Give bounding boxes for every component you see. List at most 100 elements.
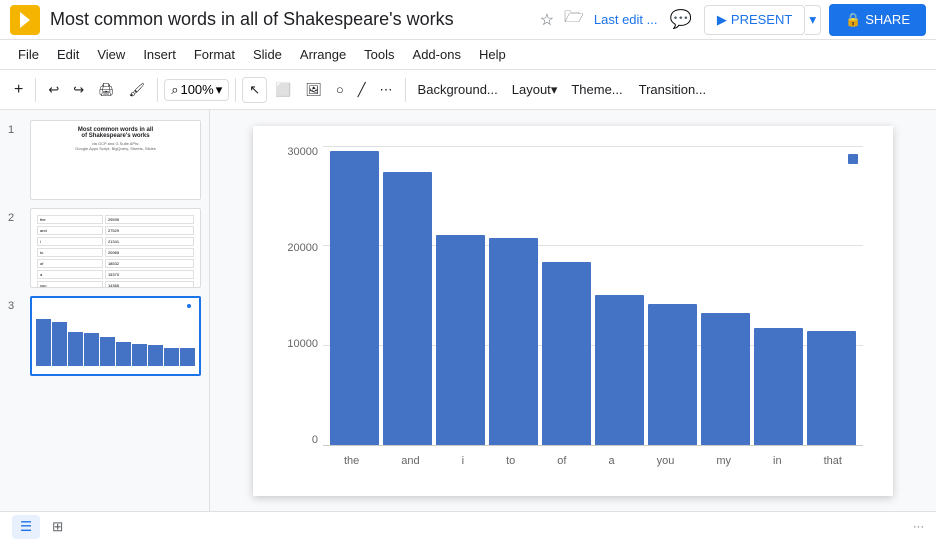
menu-help[interactable]: Help xyxy=(471,43,514,66)
plus-icon: + xyxy=(14,81,23,99)
image-tool-button[interactable]: 🖼 xyxy=(299,78,328,102)
x-label-a: a xyxy=(608,455,614,467)
present-dropdown-button[interactable]: ▾ xyxy=(805,5,821,35)
grid-view-button[interactable]: ⊞ xyxy=(44,515,71,539)
chart-container: 30000 20000 10000 0 xyxy=(273,146,873,476)
folder-icon[interactable]: 🗁 xyxy=(564,6,584,33)
slide1-subtitle: via GCP and G Suite APIs:Google Apps Scr… xyxy=(37,141,194,151)
line-icon: ╱ xyxy=(358,82,366,98)
menu-tools[interactable]: Tools xyxy=(356,43,402,66)
slide-thumb-3[interactable]: 3 xyxy=(8,296,201,376)
shape-icon: ○ xyxy=(336,82,344,97)
background-label: Background... xyxy=(418,82,498,97)
list-view-button[interactable]: ☰ xyxy=(12,515,40,539)
slide-preview-3[interactable] xyxy=(30,296,201,376)
toolbar-separator-4 xyxy=(405,78,406,102)
editor-area: 30000 20000 10000 0 xyxy=(210,110,936,511)
background-button[interactable]: Background... xyxy=(412,78,504,101)
bar-you xyxy=(648,304,697,445)
mini-bar-6 xyxy=(116,342,131,366)
menu-insert[interactable]: Insert xyxy=(135,43,184,66)
slide-number-1: 1 xyxy=(8,120,22,136)
mini-bar-3 xyxy=(68,332,83,366)
layout-dropdown-icon: ▾ xyxy=(551,82,558,98)
document-title: Most common words in all of Shakespeare'… xyxy=(50,9,530,30)
bar-in xyxy=(754,328,803,445)
layout-label: Layout xyxy=(512,82,551,97)
chart-x-axis: the and i to of a you my in that xyxy=(323,446,863,476)
mini-chart xyxy=(36,316,195,366)
x-label-to: to xyxy=(506,455,515,467)
textbox-icon: ⬜ xyxy=(275,82,291,98)
bar-the xyxy=(330,151,379,444)
slide-thumb-2[interactable]: 2 the29595 and27529 i21341 to20965 of185… xyxy=(8,208,201,288)
toolbar: + ↩ ↪ 🖨 🖌 ⌕ 100% ▾ ↖ ⬜ 🖼 ○ ╱ ⋯ Backgroun… xyxy=(0,70,936,110)
bar-and xyxy=(383,172,432,444)
menu-arrange[interactable]: Arrange xyxy=(292,43,354,66)
menu-file[interactable]: File xyxy=(10,43,47,66)
slide-thumb-1[interactable]: 1 Most common words in allof Shakespeare… xyxy=(8,120,201,200)
y-label-0: 0 xyxy=(312,434,318,446)
y-label-10000: 10000 xyxy=(287,338,318,350)
menu-slide[interactable]: Slide xyxy=(245,43,290,66)
shape-tool-button[interactable]: ○ xyxy=(330,78,350,101)
x-label-i: i xyxy=(462,455,464,467)
print-button[interactable]: 🖨 xyxy=(92,78,121,102)
mini-bar-1 xyxy=(36,319,51,367)
comment-button[interactable]: 💬 xyxy=(665,5,695,34)
slide-preview-2[interactable]: the29595 and27529 i21341 to20965 of18532… xyxy=(30,208,201,288)
slide2-table: the29595 and27529 i21341 to20965 of18532… xyxy=(31,209,200,288)
mini-chart-dot xyxy=(187,304,191,308)
cursor-tool-button[interactable]: ↖ xyxy=(242,77,267,103)
more-tools-button[interactable]: ⋯ xyxy=(374,78,399,102)
transition-button[interactable]: Transition... xyxy=(631,78,714,101)
menu-edit[interactable]: Edit xyxy=(49,43,87,66)
paint-icon: 🖌 xyxy=(129,82,146,98)
textbox-tool-button[interactable]: ⬜ xyxy=(269,78,297,102)
slide1-title: Most common words in allof Shakespeare's… xyxy=(37,127,194,139)
present-button[interactable]: ▶ PRESENT xyxy=(704,5,805,35)
last-edit-link[interactable]: Last edit ... xyxy=(594,12,658,27)
paint-format-button[interactable]: 🖌 xyxy=(123,78,152,102)
x-label-my: my xyxy=(716,455,731,467)
x-label-and: and xyxy=(401,455,419,467)
star-icon[interactable]: ☆ xyxy=(540,10,554,30)
undo-button[interactable]: ↩ xyxy=(42,78,65,102)
toolbar-separator-3 xyxy=(235,78,236,102)
share-button[interactable]: 🔒 SHARE xyxy=(829,4,926,36)
zoom-value: 100% xyxy=(180,82,213,97)
menu-format[interactable]: Format xyxy=(186,43,243,66)
x-label-you: you xyxy=(657,455,675,467)
x-label-that: that xyxy=(824,455,842,467)
redo-button[interactable]: ↪ xyxy=(67,78,90,102)
x-label-the: the xyxy=(344,455,359,467)
add-slide-button[interactable]: + xyxy=(8,77,29,103)
header-right: Last edit ... 💬 ▶ PRESENT ▾ 🔒 SHARE xyxy=(584,4,926,36)
zoom-control[interactable]: ⌕ 100% ▾ xyxy=(164,79,229,101)
menu-view[interactable]: View xyxy=(89,43,133,66)
main-area: 1 Most common words in allof Shakespeare… xyxy=(0,110,936,511)
slides-panel: 1 Most common words in allof Shakespeare… xyxy=(0,110,210,511)
y-label-30000: 30000 xyxy=(287,146,318,158)
app-icon xyxy=(10,5,40,35)
slide-preview-1[interactable]: Most common words in allof Shakespeare's… xyxy=(30,120,201,200)
menu-bar: File Edit View Insert Format Slide Arran… xyxy=(0,40,936,70)
zoom-dropdown-icon: ▾ xyxy=(216,82,223,98)
app-icon-triangle xyxy=(20,12,30,28)
mini-bar-2 xyxy=(52,322,67,366)
slide-canvas[interactable]: 30000 20000 10000 0 xyxy=(253,126,893,496)
slide-view-buttons: ☰ ⊞ xyxy=(12,515,71,539)
theme-button[interactable]: Theme... xyxy=(565,78,628,101)
bar-of xyxy=(542,262,591,444)
mini-bar-9 xyxy=(164,348,179,367)
menu-addons[interactable]: Add-ons xyxy=(405,43,469,66)
layout-button[interactable]: Layout ▾ xyxy=(506,78,564,102)
present-icon: ▶ xyxy=(717,12,727,28)
bar-my xyxy=(701,313,750,445)
y-label-20000: 20000 xyxy=(287,242,318,254)
mini-bar-4 xyxy=(84,333,99,367)
bar-to xyxy=(489,238,538,444)
chart-y-axis: 30000 20000 10000 0 xyxy=(273,146,323,446)
line-tool-button[interactable]: ╱ xyxy=(352,78,372,102)
bars-container xyxy=(323,146,863,445)
